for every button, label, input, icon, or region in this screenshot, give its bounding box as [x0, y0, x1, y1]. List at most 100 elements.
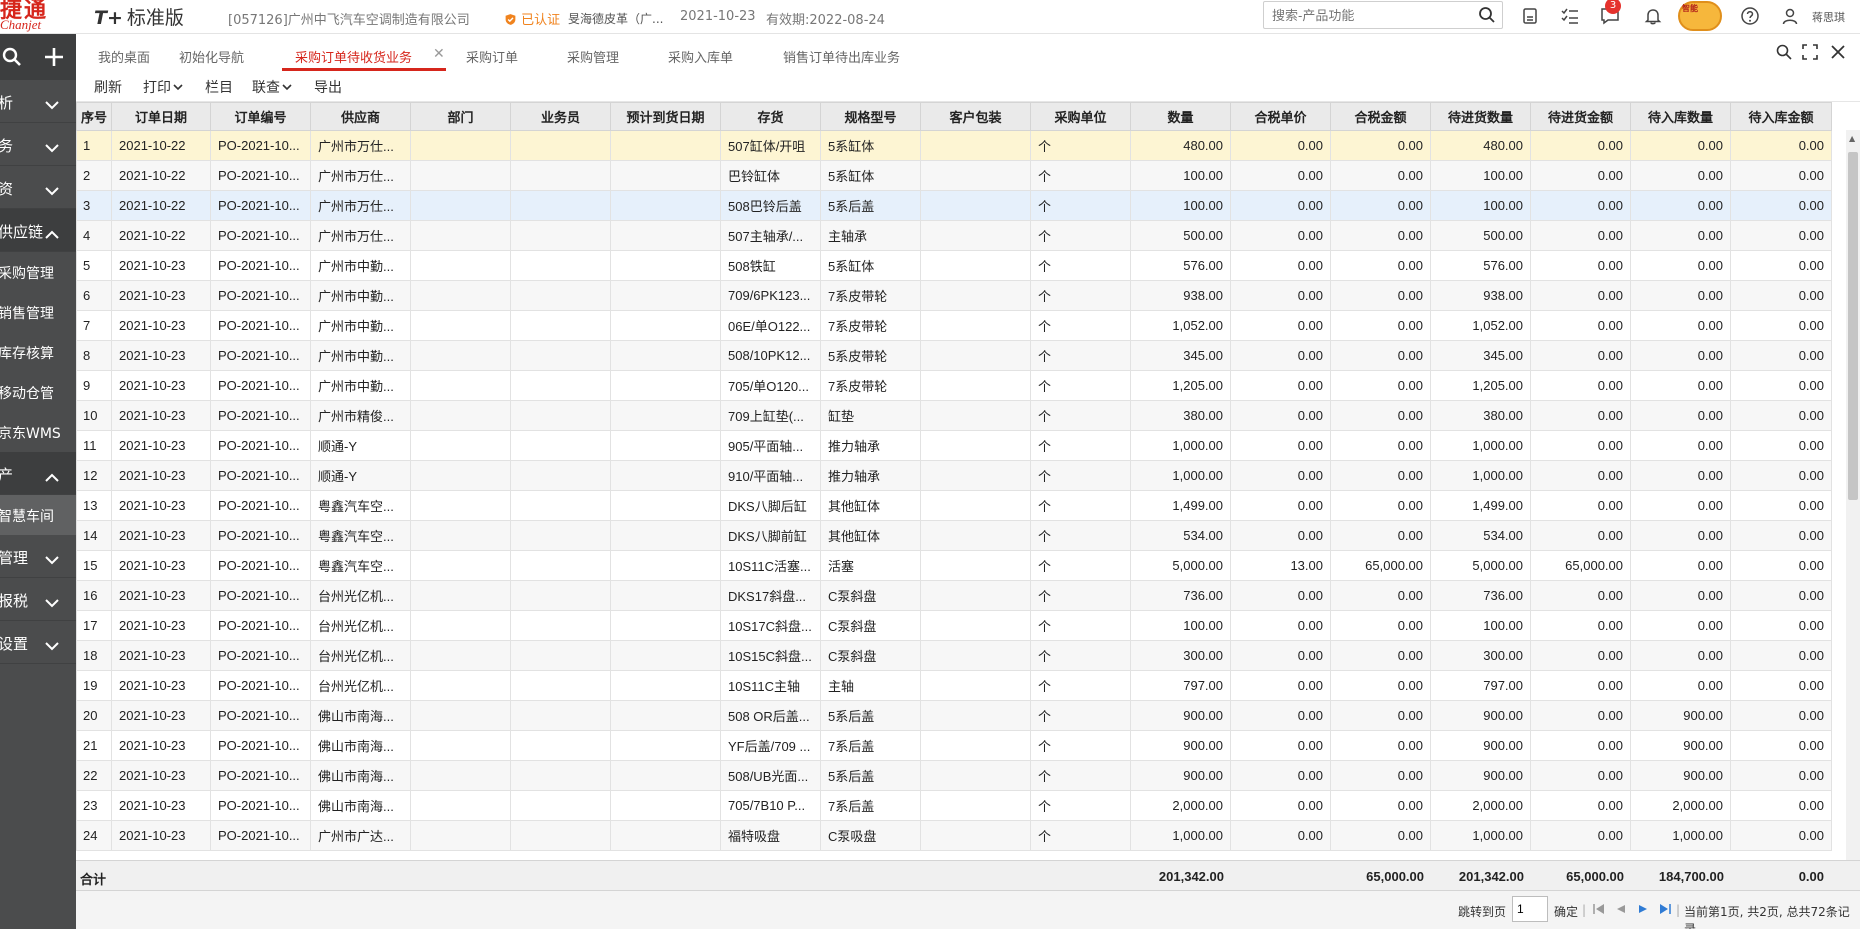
assistant-mascot-icon[interactable]: 智能 [1678, 1, 1722, 31]
column-header[interactable]: 存货 [720, 102, 821, 131]
column-header[interactable]: 合税金额 [1330, 102, 1431, 131]
table-row[interactable]: 10 2021-10-23 PO-2021-10... 广州市精俊... 709上缸垫(… [76, 400, 1832, 431]
table-row[interactable]: 11 2021-10-23 PO-2021-10... 顺通-Y 905/平面轴... 推… [76, 430, 1832, 461]
help-icon[interactable] [1738, 4, 1762, 28]
username[interactable]: 蒋思琪 [1812, 9, 1845, 25]
sidebar-item-purchase[interactable]: 采购管理 [0, 252, 76, 292]
confirm-page-button[interactable]: 确定 [1554, 903, 1578, 920]
tab-purchase-inbound[interactable]: 采购入库单 [668, 47, 733, 66]
page-number-input[interactable] [1512, 896, 1548, 922]
table-row[interactable]: 16 2021-10-23 PO-2021-10... 台州光亿机... DKS17斜盘… [76, 580, 1832, 611]
table-row[interactable]: 12 2021-10-23 PO-2021-10... 顺通-Y 910/平面轴... 推… [76, 460, 1832, 491]
tab-my-desktop[interactable]: 我的桌面 [98, 47, 150, 66]
sidebar-group-finance[interactable]: 务 [0, 123, 76, 166]
sidebar-item-smart-workshop[interactable]: 智慧车间 [0, 495, 76, 535]
bell-icon[interactable] [1641, 4, 1665, 28]
tab-purchase-pending-receipt[interactable]: 采购订单待收货业务 [295, 47, 412, 66]
columns-button[interactable]: 栏目 [205, 77, 233, 97]
table-row[interactable]: 17 2021-10-23 PO-2021-10... 台州光亿机... 10S17C斜… [76, 610, 1832, 641]
last-page-icon[interactable] [1658, 902, 1672, 916]
table-cell: 14 [76, 520, 112, 551]
sidebar-group-analysis[interactable]: 析 [0, 80, 76, 123]
link-query-button[interactable]: 联查 [252, 77, 292, 97]
add-icon[interactable] [43, 46, 65, 72]
table-row[interactable]: 7 2021-10-23 PO-2021-10... 广州市中勤... 06E/单O12… [76, 310, 1832, 341]
sidebar-group-supply-chain[interactable]: 供应链 [0, 209, 76, 252]
export-button[interactable]: 导出 [314, 77, 342, 97]
sidebar-group-production[interactable]: 产 [0, 452, 76, 495]
chanjet-logo[interactable]: 捷通 Chanjet [0, 0, 76, 34]
todo-checklist-icon[interactable] [1558, 4, 1582, 28]
table-row[interactable]: 4 2021-10-22 PO-2021-10... 广州市万仕... 507主轴承/.… [76, 220, 1832, 251]
print-button[interactable]: 打印 [143, 77, 183, 97]
table-row[interactable]: 2 2021-10-22 PO-2021-10... 广州市万仕... 巴铃缸体 5系缸体… [76, 160, 1832, 191]
column-header[interactable]: 合税单价 [1230, 102, 1331, 131]
sidebar-group-assets[interactable]: 资 [0, 166, 76, 209]
column-header[interactable]: 订单日期 [111, 102, 211, 131]
column-header[interactable]: 待入库数量 [1630, 102, 1731, 131]
table-row[interactable]: 5 2021-10-23 PO-2021-10... 广州市中勤... 508铁缸 5系缸… [76, 250, 1832, 281]
column-header[interactable]: 规格型号 [820, 102, 921, 131]
table-cell: 1,052.00 [1130, 310, 1231, 341]
table-row[interactable]: 23 2021-10-23 PO-2021-10... 佛山市南海... 705/7B1… [76, 790, 1832, 821]
search-icon[interactable] [2, 47, 22, 71]
sidebar-item-mobile-warehouse[interactable]: 移动仓管 [0, 372, 76, 412]
scrollbar-thumb[interactable] [1848, 152, 1858, 500]
close-all-icon[interactable] [1830, 44, 1848, 62]
column-header[interactable]: 待入库金额 [1730, 102, 1832, 131]
first-page-icon[interactable] [1592, 902, 1606, 916]
column-header[interactable]: 订单编号 [210, 102, 311, 131]
sidebar-group-management[interactable]: 管理 [0, 535, 76, 578]
user-icon[interactable] [1778, 4, 1802, 28]
tab-init-navigation[interactable]: 初始化导航 [179, 47, 244, 66]
column-header[interactable]: 客户包装 [920, 102, 1031, 131]
table-row[interactable]: 20 2021-10-23 PO-2021-10... 佛山市南海... 508 OR后… [76, 700, 1832, 731]
column-header[interactable]: 供应商 [310, 102, 411, 131]
sidebar-item-jd-wms[interactable]: 京东WMS [0, 412, 76, 452]
table-row[interactable]: 3 2021-10-22 PO-2021-10... 广州市万仕... 508巴铃后盖 5… [76, 190, 1832, 221]
table-cell [610, 220, 721, 251]
table-row[interactable]: 14 2021-10-23 PO-2021-10... 粤鑫汽车空... DKS八脚前缸… [76, 520, 1832, 551]
sidebar-group-tax[interactable]: 报税 [0, 578, 76, 621]
purchase-order-grid: 序号 订单日期 订单编号 供应商 部门 业务员 预计到货日期 存货 规格型号 客户包装 采购单位 数量… [76, 102, 1846, 860]
table-row[interactable]: 15 2021-10-23 PO-2021-10... 粤鑫汽车空... 10S11C活… [76, 550, 1832, 581]
sidebar-group-settings[interactable]: 设置 [0, 621, 76, 664]
next-page-icon[interactable] [1636, 902, 1650, 916]
column-header[interactable]: 数量 [1130, 102, 1231, 131]
table-row[interactable]: 21 2021-10-23 PO-2021-10... 佛山市南海... YF后盖/70… [76, 730, 1832, 761]
search-icon[interactable] [1478, 6, 1496, 28]
tab-purchase-management[interactable]: 采购管理 [567, 47, 619, 66]
table-row[interactable]: 8 2021-10-23 PO-2021-10... 广州市中勤... 508/10PK… [76, 340, 1832, 371]
column-header[interactable]: 待进货金额 [1530, 102, 1631, 131]
table-row[interactable]: 9 2021-10-23 PO-2021-10... 广州市中勤... 705/单O12… [76, 370, 1832, 401]
scroll-up-icon[interactable]: ▲ [1849, 134, 1855, 143]
column-header[interactable]: 采购单位 [1030, 102, 1131, 131]
sidebar-item-sales[interactable]: 销售管理 [0, 292, 76, 332]
save-icon[interactable] [1518, 4, 1542, 28]
vertical-scrollbar[interactable]: ▲ ▼ [1846, 130, 1860, 888]
table-row[interactable]: 6 2021-10-23 PO-2021-10... 广州市中勤... 709/6PK1… [76, 280, 1832, 311]
table-row[interactable]: 13 2021-10-23 PO-2021-10... 粤鑫汽车空... DKS八脚后缸… [76, 490, 1832, 521]
column-header[interactable]: 待进货数量 [1430, 102, 1531, 131]
auth-status[interactable]: 已认证 [504, 9, 560, 28]
tab-purchase-order[interactable]: 采购订单 [466, 47, 518, 66]
product-search[interactable] [1263, 1, 1503, 29]
table-row[interactable]: 22 2021-10-23 PO-2021-10... 佛山市南海... 508/UB光… [76, 760, 1832, 791]
column-header[interactable]: 预计到货日期 [610, 102, 721, 131]
search-icon[interactable] [1776, 44, 1794, 62]
column-header[interactable]: 部门 [410, 102, 511, 131]
close-icon[interactable]: ✕ [433, 46, 445, 62]
table-row[interactable]: 18 2021-10-23 PO-2021-10... 台州光亿机... 10S15C斜… [76, 640, 1832, 671]
prev-page-icon[interactable] [1614, 902, 1628, 916]
table-cell: 0.00 [1630, 160, 1731, 191]
table-row[interactable]: 24 2021-10-23 PO-2021-10... 广州市广达... 福特吸盘 C泵吸… [76, 820, 1832, 851]
sidebar-item-inventory-accounting[interactable]: 库存核算 [0, 332, 76, 372]
tab-sales-pending-outbound[interactable]: 销售订单待出库业务 [783, 47, 900, 66]
search-input[interactable] [1264, 2, 1464, 28]
table-row[interactable]: 19 2021-10-23 PO-2021-10... 台州光亿机... 10S11C主… [76, 670, 1832, 701]
column-header[interactable]: 业务员 [510, 102, 611, 131]
fullscreen-icon[interactable] [1802, 44, 1820, 62]
column-header[interactable]: 序号 [76, 102, 112, 131]
refresh-button[interactable]: 刷新 [94, 77, 122, 97]
table-row[interactable]: 1 2021-10-22 PO-2021-10... 广州市万仕... 507缸体/开咀… [76, 130, 1832, 161]
